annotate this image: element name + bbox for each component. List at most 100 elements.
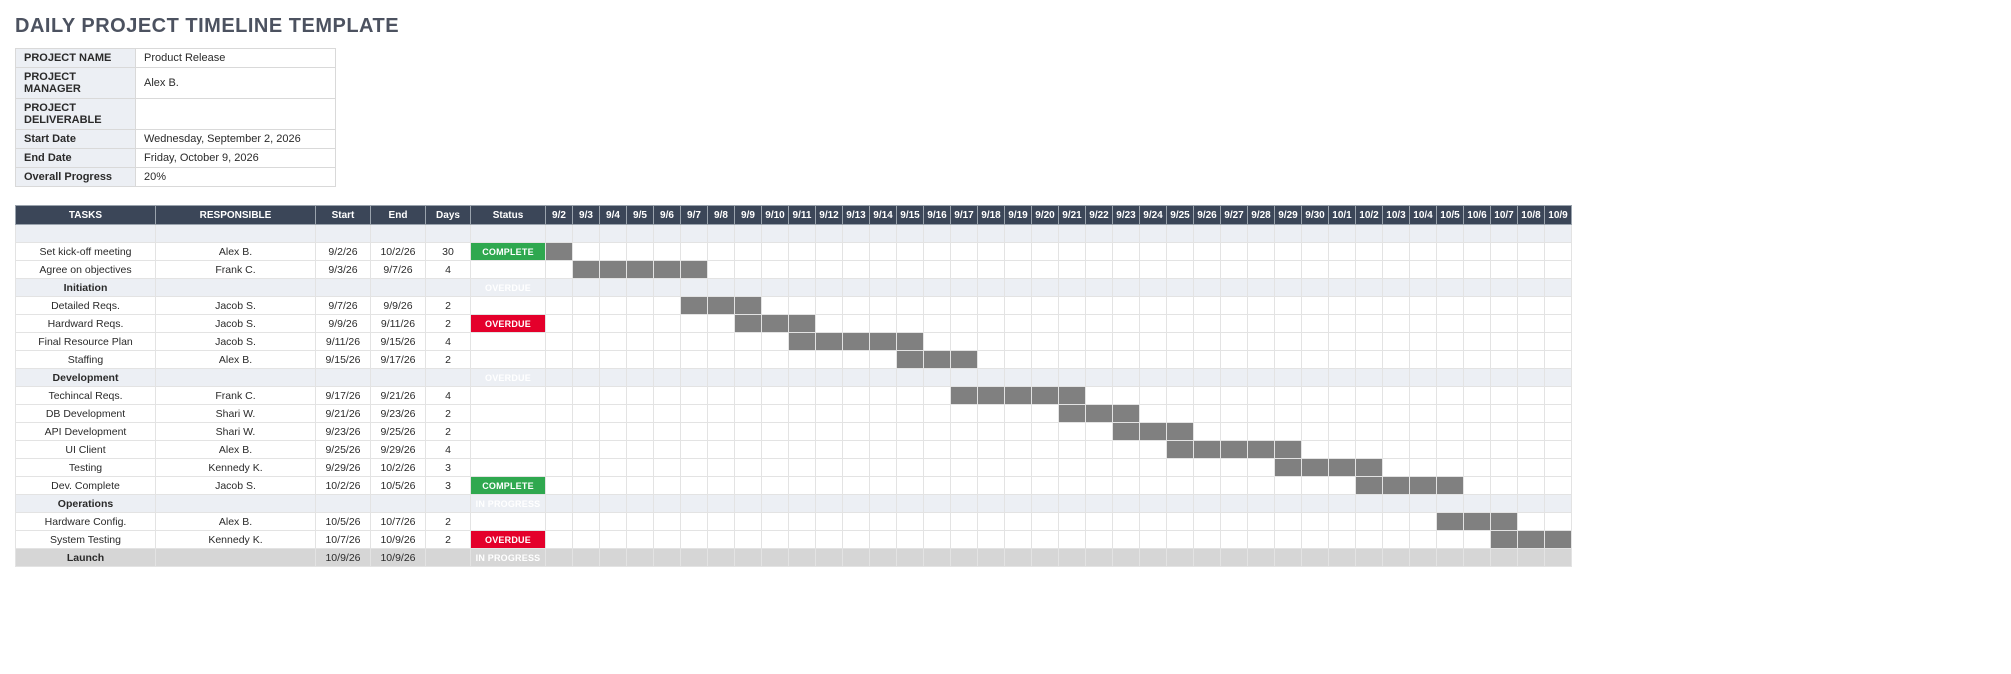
gantt-cell[interactable] bbox=[816, 441, 843, 459]
gantt-cell[interactable] bbox=[1329, 225, 1356, 243]
gantt-cell[interactable] bbox=[1194, 333, 1221, 351]
cell-task[interactable]: Set kick-off meeting bbox=[16, 243, 156, 261]
gantt-cell[interactable] bbox=[897, 243, 924, 261]
cell-start[interactable] bbox=[316, 279, 371, 297]
gantt-cell[interactable] bbox=[681, 441, 708, 459]
gantt-cell[interactable] bbox=[546, 315, 573, 333]
gantt-cell[interactable] bbox=[1329, 531, 1356, 549]
gantt-cell[interactable] bbox=[897, 297, 924, 315]
gantt-cell[interactable] bbox=[1032, 477, 1059, 495]
gantt-cell[interactable] bbox=[708, 297, 735, 315]
gantt-cell[interactable] bbox=[654, 279, 681, 297]
cell-end[interactable] bbox=[371, 225, 426, 243]
cell-task[interactable]: Hardware Config. bbox=[16, 513, 156, 531]
gantt-cell[interactable] bbox=[1248, 423, 1275, 441]
gantt-cell[interactable] bbox=[978, 441, 1005, 459]
gantt-cell[interactable] bbox=[1248, 387, 1275, 405]
gantt-cell[interactable] bbox=[1032, 513, 1059, 531]
gantt-cell[interactable] bbox=[573, 387, 600, 405]
cell-status[interactable] bbox=[471, 225, 546, 243]
gantt-cell[interactable] bbox=[762, 225, 789, 243]
gantt-cell[interactable] bbox=[1437, 495, 1464, 513]
gantt-cell[interactable] bbox=[1113, 423, 1140, 441]
gantt-cell[interactable] bbox=[762, 477, 789, 495]
gantt-cell[interactable] bbox=[1545, 495, 1572, 513]
gantt-cell[interactable] bbox=[708, 387, 735, 405]
gantt-cell[interactable] bbox=[1113, 405, 1140, 423]
cell-days[interactable]: 4 bbox=[426, 261, 471, 279]
gantt-cell[interactable] bbox=[1005, 459, 1032, 477]
gantt-cell[interactable] bbox=[762, 441, 789, 459]
gantt-cell[interactable] bbox=[627, 513, 654, 531]
gantt-cell[interactable] bbox=[870, 261, 897, 279]
gantt-cell[interactable] bbox=[897, 351, 924, 369]
gantt-cell[interactable] bbox=[1194, 459, 1221, 477]
gantt-cell[interactable] bbox=[1464, 477, 1491, 495]
gantt-cell[interactable] bbox=[1086, 441, 1113, 459]
cell-task[interactable]: System Testing bbox=[16, 531, 156, 549]
gantt-cell[interactable] bbox=[546, 279, 573, 297]
gantt-cell[interactable] bbox=[1437, 441, 1464, 459]
gantt-cell[interactable] bbox=[1302, 243, 1329, 261]
gantt-cell[interactable] bbox=[1140, 405, 1167, 423]
gantt-cell[interactable] bbox=[1248, 315, 1275, 333]
cell-task[interactable]: Agree on objectives bbox=[16, 261, 156, 279]
gantt-cell[interactable] bbox=[1464, 369, 1491, 387]
gantt-cell[interactable] bbox=[1275, 333, 1302, 351]
gantt-cell[interactable] bbox=[1113, 531, 1140, 549]
gantt-cell[interactable] bbox=[1491, 351, 1518, 369]
gantt-cell[interactable] bbox=[1086, 405, 1113, 423]
cell-task[interactable]: Launch bbox=[16, 549, 156, 567]
cell-status[interactable]: COMPLETE bbox=[471, 477, 546, 495]
gantt-cell[interactable] bbox=[654, 351, 681, 369]
gantt-cell[interactable] bbox=[1032, 549, 1059, 567]
gantt-cell[interactable] bbox=[573, 477, 600, 495]
gantt-cell[interactable] bbox=[600, 531, 627, 549]
gantt-cell[interactable] bbox=[978, 279, 1005, 297]
gantt-cell[interactable] bbox=[627, 351, 654, 369]
cell-responsible[interactable] bbox=[156, 279, 316, 297]
cell-end[interactable] bbox=[371, 495, 426, 513]
gantt-cell[interactable] bbox=[1113, 513, 1140, 531]
gantt-cell[interactable] bbox=[951, 351, 978, 369]
gantt-cell[interactable] bbox=[762, 405, 789, 423]
gantt-cell[interactable] bbox=[1113, 261, 1140, 279]
cell-start[interactable]: 10/2/26 bbox=[316, 477, 371, 495]
gantt-cell[interactable] bbox=[1383, 333, 1410, 351]
gantt-cell[interactable] bbox=[1032, 405, 1059, 423]
gantt-cell[interactable] bbox=[1410, 297, 1437, 315]
gantt-cell[interactable] bbox=[1221, 513, 1248, 531]
cell-start[interactable] bbox=[316, 495, 371, 513]
cell-status[interactable]: IN PROGRESS bbox=[471, 495, 546, 513]
gantt-cell[interactable] bbox=[1032, 351, 1059, 369]
gantt-cell[interactable] bbox=[735, 297, 762, 315]
gantt-cell[interactable] bbox=[762, 243, 789, 261]
gantt-cell[interactable] bbox=[1194, 423, 1221, 441]
gantt-cell[interactable] bbox=[600, 549, 627, 567]
gantt-cell[interactable] bbox=[654, 405, 681, 423]
cell-days[interactable]: 2 bbox=[426, 297, 471, 315]
gantt-cell[interactable] bbox=[870, 243, 897, 261]
gantt-cell[interactable] bbox=[1032, 441, 1059, 459]
meta-value[interactable]: 20% bbox=[136, 168, 336, 187]
gantt-cell[interactable] bbox=[654, 441, 681, 459]
gantt-cell[interactable] bbox=[789, 243, 816, 261]
gantt-cell[interactable] bbox=[627, 243, 654, 261]
gantt-cell[interactable] bbox=[1437, 279, 1464, 297]
gantt-cell[interactable] bbox=[924, 369, 951, 387]
gantt-cell[interactable] bbox=[1383, 315, 1410, 333]
gantt-cell[interactable] bbox=[627, 369, 654, 387]
gantt-cell[interactable] bbox=[1491, 279, 1518, 297]
cell-end[interactable]: 9/25/26 bbox=[371, 423, 426, 441]
gantt-cell[interactable] bbox=[1248, 513, 1275, 531]
cell-days[interactable] bbox=[426, 225, 471, 243]
cell-task[interactable] bbox=[16, 225, 156, 243]
gantt-cell[interactable] bbox=[1491, 459, 1518, 477]
gantt-cell[interactable] bbox=[1383, 477, 1410, 495]
gantt-cell[interactable] bbox=[924, 387, 951, 405]
gantt-cell[interactable] bbox=[546, 351, 573, 369]
gantt-cell[interactable] bbox=[924, 441, 951, 459]
gantt-cell[interactable] bbox=[600, 351, 627, 369]
gantt-cell[interactable] bbox=[1437, 261, 1464, 279]
gantt-cell[interactable] bbox=[1302, 423, 1329, 441]
